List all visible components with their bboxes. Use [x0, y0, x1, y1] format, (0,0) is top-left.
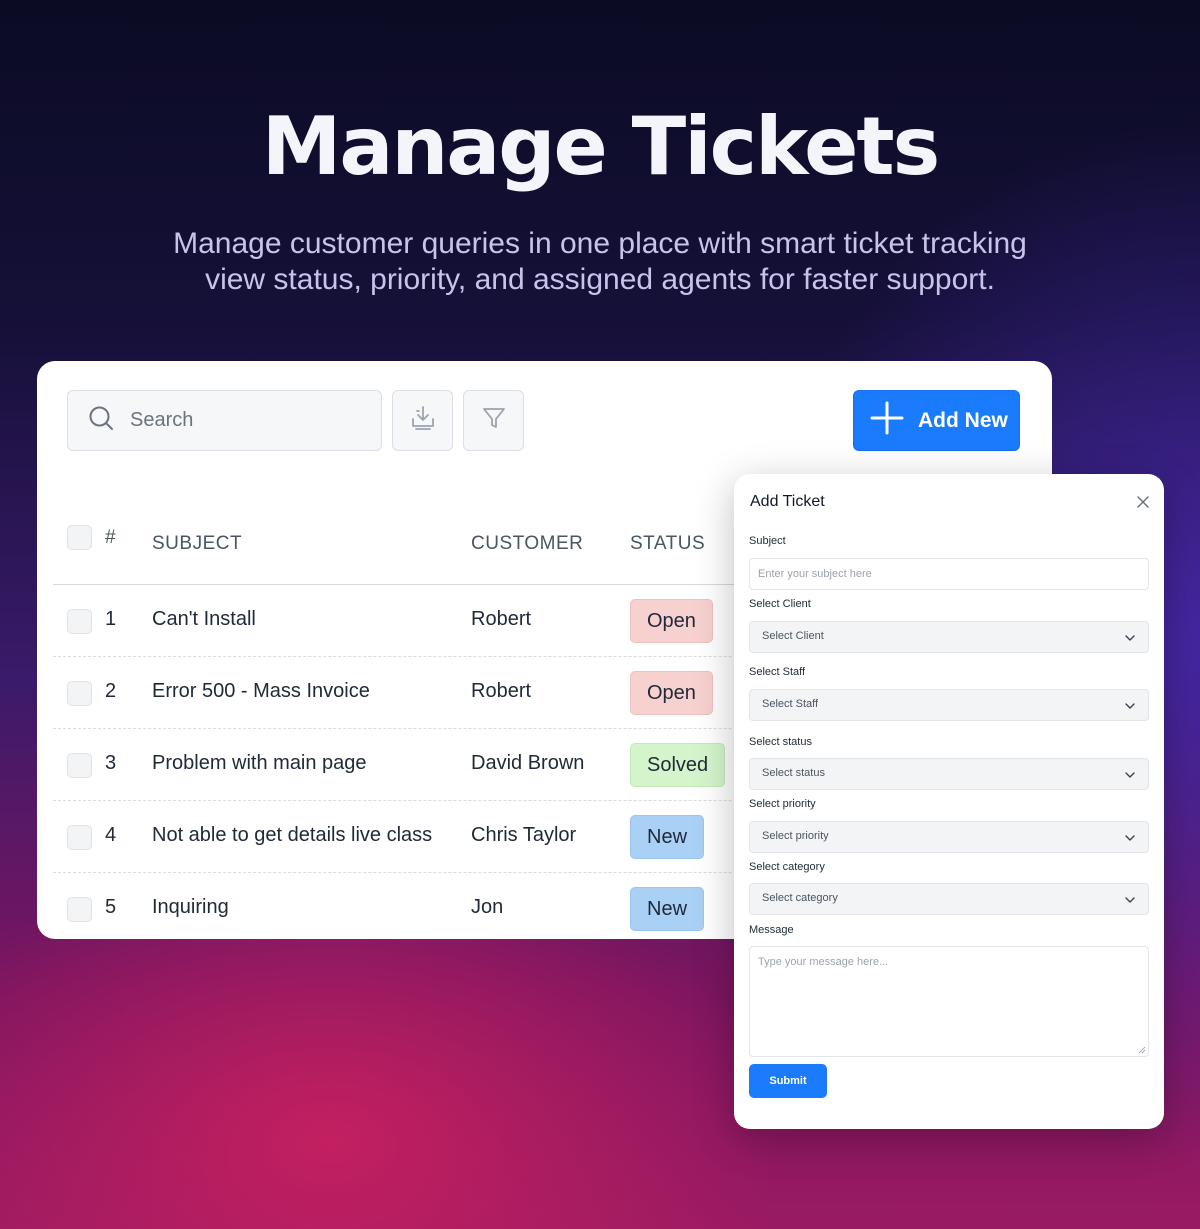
row-customer: Jon — [471, 896, 504, 918]
status-badge: New — [630, 815, 705, 859]
select-all-checkbox[interactable] — [67, 525, 92, 550]
modal-title: Add Ticket — [750, 493, 825, 510]
row-checkbox[interactable] — [67, 609, 92, 634]
filter-icon — [481, 405, 507, 436]
row-customer: Robert — [471, 680, 532, 702]
status-select-value: Select status — [762, 767, 825, 779]
category-label: Select category — [749, 861, 825, 873]
row-number: 4 — [105, 824, 117, 846]
staff-label: Select Staff — [749, 666, 806, 678]
page-title: Manage Tickets — [261, 100, 941, 193]
row-checkbox[interactable] — [67, 825, 92, 850]
message-field[interactable]: Type your message here... — [749, 946, 1149, 1057]
row-subject[interactable]: Problem with main page — [152, 752, 367, 775]
priority-select-value: Select priority — [762, 830, 829, 842]
row-number: 1 — [105, 608, 117, 630]
row-customer: Robert — [471, 608, 532, 630]
message-placeholder: Type your message here... — [758, 956, 889, 968]
chevron-down-icon — [1125, 635, 1135, 641]
status-badge: Open — [630, 599, 713, 643]
staff-select-value: Select Staff — [762, 698, 819, 710]
row-number: 2 — [105, 680, 117, 702]
resize-handle-icon[interactable] — [1138, 1046, 1146, 1054]
chevron-down-icon — [1125, 835, 1135, 841]
header-customer[interactable]: CUSTOMER — [471, 533, 583, 555]
row-subject[interactable]: Can't Install — [152, 608, 256, 631]
search-input[interactable]: Search — [67, 390, 382, 451]
search-placeholder: Search — [130, 409, 194, 431]
staff-select[interactable]: Select Staff — [749, 689, 1149, 721]
category-select-value: Select category — [762, 892, 838, 904]
priority-label: Select priority — [749, 798, 816, 810]
chevron-down-icon — [1125, 772, 1135, 778]
subtitle-line-1: Manage customer queries in one place wit… — [173, 227, 1027, 260]
download-button[interactable] — [392, 390, 453, 451]
row-checkbox[interactable] — [67, 753, 92, 778]
status-label: Select status — [749, 736, 812, 748]
add-new-button[interactable]: Add New — [853, 390, 1020, 451]
add-ticket-modal: Add Ticket Subject Enter your subject he… — [734, 474, 1164, 1129]
subject-label: Subject — [749, 535, 786, 547]
subject-field[interactable]: Enter your subject here — [749, 558, 1149, 590]
filter-button[interactable] — [463, 390, 524, 451]
subject-placeholder: Enter your subject here — [758, 568, 872, 580]
category-select[interactable]: Select category — [749, 883, 1149, 915]
client-select[interactable]: Select Client — [749, 621, 1149, 653]
priority-select[interactable]: Select priority — [749, 821, 1149, 853]
chevron-down-icon — [1125, 897, 1135, 903]
status-badge: Open — [630, 671, 713, 715]
status-badge: Solved — [630, 743, 726, 787]
header-number: # — [105, 527, 117, 548]
status-select[interactable]: Select status — [749, 758, 1149, 790]
header-subject[interactable]: SUBJECT — [152, 533, 242, 555]
row-checkbox[interactable] — [67, 897, 92, 922]
row-customer: David Brown — [471, 752, 585, 774]
status-badge: New — [630, 887, 705, 931]
client-select-value: Select Client — [762, 630, 824, 642]
subtitle-line-2: view status, priority, and assigned agen… — [205, 263, 995, 296]
close-icon[interactable] — [1135, 494, 1151, 510]
message-label: Message — [749, 924, 794, 936]
row-number: 5 — [105, 896, 117, 918]
page-subtitle: Manage customer queries in one place wit… — [140, 226, 1060, 298]
download-icon — [410, 405, 436, 436]
client-label: Select Client — [749, 598, 811, 610]
row-subject[interactable]: Inquiring — [152, 896, 229, 919]
row-number: 3 — [105, 752, 117, 774]
header-status[interactable]: STATUS — [630, 533, 705, 555]
row-subject[interactable]: Error 500 - Mass Invoice — [152, 680, 370, 703]
add-new-label: Add New — [918, 408, 1008, 432]
chevron-down-icon — [1125, 703, 1135, 709]
row-customer: Chris Taylor — [471, 824, 577, 846]
submit-button[interactable]: Submit — [749, 1064, 827, 1098]
row-checkbox[interactable] — [67, 681, 92, 706]
plus-icon — [870, 401, 904, 440]
row-subject[interactable]: Not able to get details live class — [152, 824, 432, 847]
search-icon — [88, 405, 114, 436]
